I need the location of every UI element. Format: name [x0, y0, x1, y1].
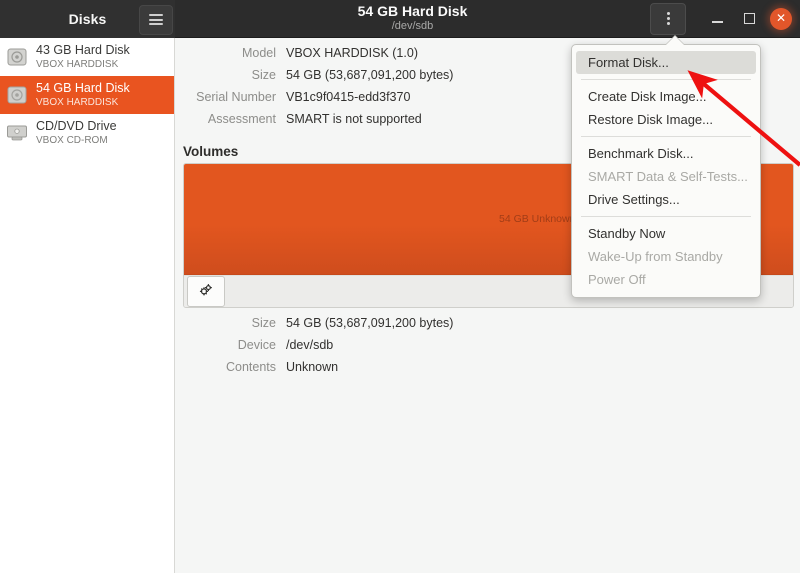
sidebar-item-cddvd-drive[interactable]: CD/DVD Drive VBOX CD-ROM — [0, 114, 174, 152]
close-icon: ✕ — [775, 11, 787, 25]
drive-info-value: SMART is not supported — [286, 112, 422, 126]
device-sidebar: 43 GB Hard Disk VBOX HARDDISK 54 GB Hard… — [0, 38, 175, 573]
gear-icon — [198, 282, 214, 301]
hard-disk-icon — [5, 45, 29, 69]
menu-item-standby-now[interactable]: Standby Now — [576, 222, 756, 245]
minimize-button[interactable] — [702, 4, 732, 34]
sidebar-item-name: 43 GB Hard Disk — [36, 43, 130, 58]
menu-item-smart-data: SMART Data & Self-Tests... — [588, 169, 748, 184]
volume-detail-key: Device — [237, 338, 276, 352]
titlebar-title-block: 54 GB Hard Disk /dev/sdb — [175, 0, 650, 38]
drive-info-key: Size — [251, 68, 276, 82]
window-title: 54 GB Hard Disk — [357, 3, 468, 20]
menu-separator — [581, 216, 751, 217]
drive-info-key: Assessment — [207, 112, 276, 126]
sidebar-item-name: CD/DVD Drive — [36, 119, 117, 134]
drive-info-key: Model — [241, 46, 276, 60]
minimize-icon — [711, 21, 723, 23]
sidebar-item-model: VBOX CD-ROM — [36, 134, 108, 146]
titlebar-controls: ✕ — [650, 0, 800, 38]
drive-info-value: VB1c9f0415-edd3f370 — [286, 90, 411, 104]
menu-separator — [581, 136, 751, 137]
menu-item-create-disk-image[interactable]: Create Disk Image... — [576, 85, 756, 108]
volume-detail-row-device: Device /dev/sdb — [176, 338, 800, 360]
menu-item-benchmark-disk[interactable]: Benchmark Disk... — [576, 142, 756, 165]
volume-detail-value: Unknown — [286, 360, 339, 374]
sidebar-item-disk-43gb[interactable]: 43 GB Hard Disk VBOX HARDDISK — [0, 38, 174, 76]
sidebar-item-disk-54gb[interactable]: 54 GB Hard Disk VBOX HARDDISK — [0, 76, 174, 114]
drive-info-value: VBOX HARDDISK (1.0) — [286, 46, 418, 60]
sidebar-item-model: VBOX HARDDISK — [36, 96, 119, 108]
volume-detail-row-contents: Contents Unknown — [176, 360, 800, 382]
close-button[interactable]: ✕ — [770, 7, 792, 30]
volume-partition-label: 54 GB Unknown — [498, 213, 576, 225]
maximize-icon — [743, 13, 755, 24]
menu-item-drive-settings[interactable]: Drive Settings... — [576, 188, 756, 211]
kebab-menu-button[interactable] — [650, 2, 686, 35]
volume-detail-value: /dev/sdb — [286, 338, 334, 352]
hamburger-menu-button[interactable] — [139, 4, 173, 35]
volume-detail-key: Contents — [225, 360, 276, 374]
hard-disk-icon — [5, 83, 29, 107]
menu-popup-tail — [666, 36, 684, 45]
menu-item-power-off: Power Off — [588, 272, 646, 287]
optical-drive-icon — [5, 121, 29, 145]
window-titlebar: Disks 54 GB Hard Disk /dev/sdb ✕ — [0, 0, 800, 38]
menu-item-restore-disk-image[interactable]: Restore Disk Image... — [576, 108, 756, 131]
kebab-menu-icon — [666, 12, 670, 15]
titlebar-sidebar-section: Disks — [0, 0, 175, 38]
menu-item-wake-up-from-standby: Wake-Up from Standby — [588, 249, 723, 264]
volume-details-table: Size 54 GB (53,687,091,200 bytes) Device… — [176, 316, 800, 382]
volume-detail-key: Size — [251, 316, 276, 330]
drive-info-value: 54 GB (53,687,091,200 bytes) — [286, 68, 454, 82]
window-subtitle: /dev/sdb — [391, 20, 434, 33]
disk-actions-menu: Format Disk... Create Disk Image... Rest… — [571, 44, 761, 298]
volume-options-button[interactable] — [187, 276, 225, 307]
drive-info-key: Serial Number — [196, 90, 276, 104]
app-title: Disks — [68, 10, 107, 27]
menu-item-format-disk[interactable]: Format Disk... — [576, 51, 756, 74]
menu-separator — [581, 79, 751, 80]
sidebar-item-model: VBOX HARDDISK — [36, 58, 119, 70]
volume-detail-row-size: Size 54 GB (53,687,091,200 bytes) — [176, 316, 800, 338]
maximize-button[interactable] — [734, 4, 764, 34]
hamburger-icon — [149, 14, 163, 16]
volume-detail-value: 54 GB (53,687,091,200 bytes) — [286, 316, 454, 330]
sidebar-item-name: 54 GB Hard Disk — [36, 81, 130, 96]
